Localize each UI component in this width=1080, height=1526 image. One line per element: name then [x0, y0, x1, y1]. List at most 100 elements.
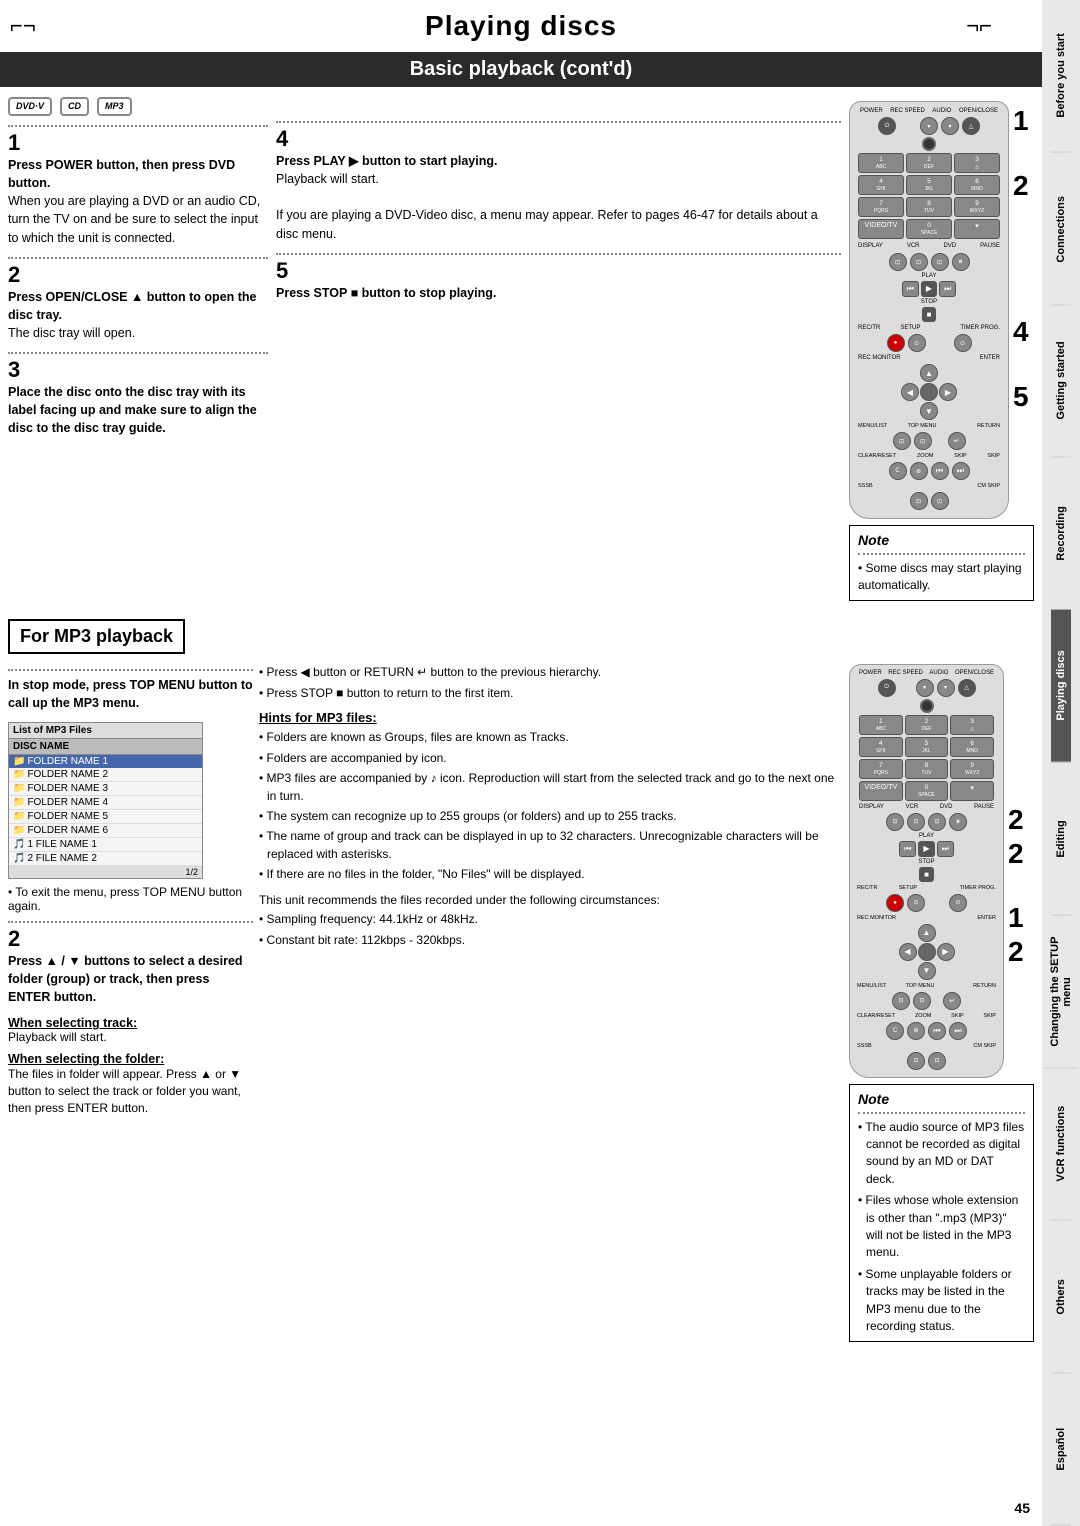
remote-clear-btn[interactable]: C	[889, 462, 907, 480]
remote-audio-label: AUDIO	[932, 108, 951, 114]
remote2-dvd-btn[interactable]: ⊡	[928, 813, 946, 831]
mp3-step-1-heading: In stop mode, press TOP MENU button to c…	[8, 678, 253, 710]
remote-play-btn[interactable]: ▶	[921, 281, 937, 297]
remote2-openclose-btn[interactable]: △	[958, 679, 976, 697]
when-folder-section: When selecting the folder: The files in …	[8, 1052, 253, 1116]
remote2-left-btn[interactable]: ◀	[899, 943, 917, 961]
remote-step-4: 4	[1013, 316, 1029, 348]
step-2-divider	[8, 257, 268, 259]
remote2-menu-btn[interactable]: ⊡	[892, 992, 910, 1010]
when-track-body: Playback will start.	[8, 1030, 253, 1044]
mp3-item-3[interactable]: 📁FOLDER NAME 3	[9, 782, 202, 796]
remote-pause-btn[interactable]: ⏸	[952, 253, 970, 271]
mp3-item-5[interactable]: 📁FOLDER NAME 5	[9, 810, 202, 824]
remote2-skipfwd-btn[interactable]: ⏭	[949, 1022, 967, 1040]
step-5-number: 5	[276, 260, 841, 282]
step-3-text: Place the disc onto the disc tray with i…	[8, 383, 268, 437]
remote2-next-btn[interactable]: ⏭	[937, 841, 954, 857]
remote2-play-btn[interactable]: ▶	[918, 841, 934, 857]
mp3-item-2[interactable]: 📁FOLDER NAME 2	[9, 768, 202, 782]
remote2-stop-btn[interactable]: ■	[919, 867, 934, 882]
remote2-sssb-btn[interactable]: ⊡	[907, 1052, 925, 1070]
mp3-nav-bullet-1: • Press ◀ button or RETURN ↵ button to t…	[267, 664, 843, 681]
mp3-body: In stop mode, press TOP MENU button to c…	[0, 664, 1042, 1349]
remote-openclose-btn[interactable]: △	[962, 117, 980, 135]
format-logos: DVD·V CD MP3	[8, 93, 268, 120]
remote-sssb-btn[interactable]: ⊡	[910, 492, 928, 510]
remote-skipback-btn[interactable]: ⏮	[931, 462, 949, 480]
remote2-topmenu-btn[interactable]: ⊡	[913, 992, 931, 1010]
mp3-item-4[interactable]: 📁FOLDER NAME 4	[9, 796, 202, 810]
sidebar-item-others: Others	[1051, 1221, 1071, 1374]
remote2-setup-btn[interactable]: ⊙	[907, 894, 925, 912]
mp3-section-header: For MP3 playback	[8, 619, 185, 654]
mp3-step-1-divider	[8, 669, 253, 671]
remote-return-btn[interactable]: ↵	[948, 432, 966, 450]
remote-power-btn[interactable]: ⏻	[878, 117, 896, 135]
remote-next-btn[interactable]: ⏭	[939, 281, 956, 297]
remote2-skipback-btn[interactable]: ⏮	[928, 1022, 946, 1040]
remote2-prev-btn[interactable]: ⏮	[899, 841, 916, 857]
remote-stop-btn[interactable]: ■	[922, 307, 937, 322]
remote2-enter-center[interactable]	[918, 943, 936, 961]
mp3-hint-1: • Folders are known as Groups, files are…	[267, 729, 843, 746]
remote2-power-btn[interactable]: ⏻	[878, 679, 896, 697]
mp3-item-file-2[interactable]: 🎵2 FILE NAME 2	[9, 852, 202, 866]
note-title-bottom: Note	[858, 1091, 1025, 1107]
remote-up-btn[interactable]: ▲	[920, 364, 938, 382]
page-number: 45	[1014, 1500, 1030, 1516]
mp3-list-header: List of MP3 Files	[9, 723, 202, 739]
remote-numpad: 1ABC 2DEF 3△ 4GHI 5JKL 6MNO 7PQRS 8TUV 9…	[858, 153, 1000, 239]
mp3-item-6[interactable]: 📁FOLDER NAME 6	[9, 824, 202, 838]
remote-skipfwd-btn[interactable]: ⏭	[952, 462, 970, 480]
remote-enter-center-btn[interactable]	[920, 383, 938, 401]
remote2-zoom-btn[interactable]: ⊕	[907, 1022, 925, 1040]
remote-zoom-btn[interactable]: ⊕	[910, 462, 928, 480]
remote2-timer-btn[interactable]: ⊙	[949, 894, 967, 912]
remote-display-btn[interactable]: ⊡	[889, 253, 907, 271]
mp3-hints-heading: Hints for MP3 files:	[259, 710, 843, 725]
remote-timer-btn[interactable]: ⊙	[954, 334, 972, 352]
sidebar-item-getting-started: Getting started	[1051, 305, 1071, 458]
remote2-recspeed-btn[interactable]: ▾	[916, 679, 934, 697]
remote2-down-btn[interactable]: ▼	[918, 962, 936, 980]
remote-audio-btn[interactable]: ▾	[941, 117, 959, 135]
remote-record-btn[interactable]: ●	[887, 334, 905, 352]
mp3-list-selected[interactable]: 📁 FOLDER NAME 1	[9, 755, 202, 768]
remote2-cmskip-btn[interactable]: ⊡	[928, 1052, 946, 1070]
remote-left-btn[interactable]: ◀	[901, 383, 919, 401]
remote-topmenu-btn[interactable]: ⊡	[914, 432, 932, 450]
remote2-audio-btn[interactable]: ▾	[937, 679, 955, 697]
remote-dvd-btn[interactable]: ⊡	[931, 253, 949, 271]
remote2-pause-btn[interactable]: ⏸	[949, 813, 967, 831]
remote2-skip-row: C ⊕ ⏮ ⏭	[853, 1022, 1000, 1040]
step-1-text: Press POWER button, then press DVD butto…	[8, 156, 268, 247]
remote-prev-btn[interactable]: ⏮	[902, 281, 919, 297]
remote2-clear-btn[interactable]: C	[886, 1022, 904, 1040]
mp3-step-1-text: In stop mode, press TOP MENU button to c…	[8, 676, 253, 712]
mp3-hint-3: • MP3 files are accompanied by ♪ icon. R…	[267, 770, 843, 805]
remote-right-btn[interactable]: ▶	[939, 383, 957, 401]
remote-setup-btn[interactable]: ⊙	[908, 334, 926, 352]
remote-menu-btn[interactable]: ⊡	[893, 432, 911, 450]
mp3-item-file-1[interactable]: 🎵1 FILE NAME 1	[9, 838, 202, 852]
remote-down-btn[interactable]: ▼	[920, 402, 938, 420]
remote2-return-btn[interactable]: ↵	[943, 992, 961, 1010]
remote2-display-btn[interactable]: ⊡	[886, 813, 904, 831]
remote2-vcr-btn[interactable]: ⊡	[907, 813, 925, 831]
step-4-section: 4 Press PLAY ▶ button to start playing. …	[276, 121, 841, 243]
mp3-remote-step-1: 1	[1008, 902, 1024, 934]
remote-vcr-btn[interactable]: ⊡	[910, 253, 928, 271]
remote-cmskip-btn[interactable]: ⊡	[931, 492, 949, 510]
remote2-right-btn[interactable]: ▶	[937, 943, 955, 961]
step-4-text: Press PLAY ▶ button to start playing. Pl…	[276, 152, 841, 243]
remote-recspeed-btn[interactable]: ▾	[920, 117, 938, 135]
remote2-middle-row: ⊡ ⊡ ⊡ ⏸	[853, 813, 1000, 831]
sidebar-item-recording: Recording	[1051, 458, 1071, 611]
remote2-up-btn[interactable]: ▲	[918, 924, 936, 942]
remote2-record-btn[interactable]: ●	[886, 894, 904, 912]
remote-skip2-label: SKIP	[987, 453, 1000, 459]
remote-return-label: RETURN	[977, 423, 1000, 429]
step-3-divider	[8, 352, 268, 354]
mp3-left-column: In stop mode, press TOP MENU button to c…	[8, 664, 253, 1349]
